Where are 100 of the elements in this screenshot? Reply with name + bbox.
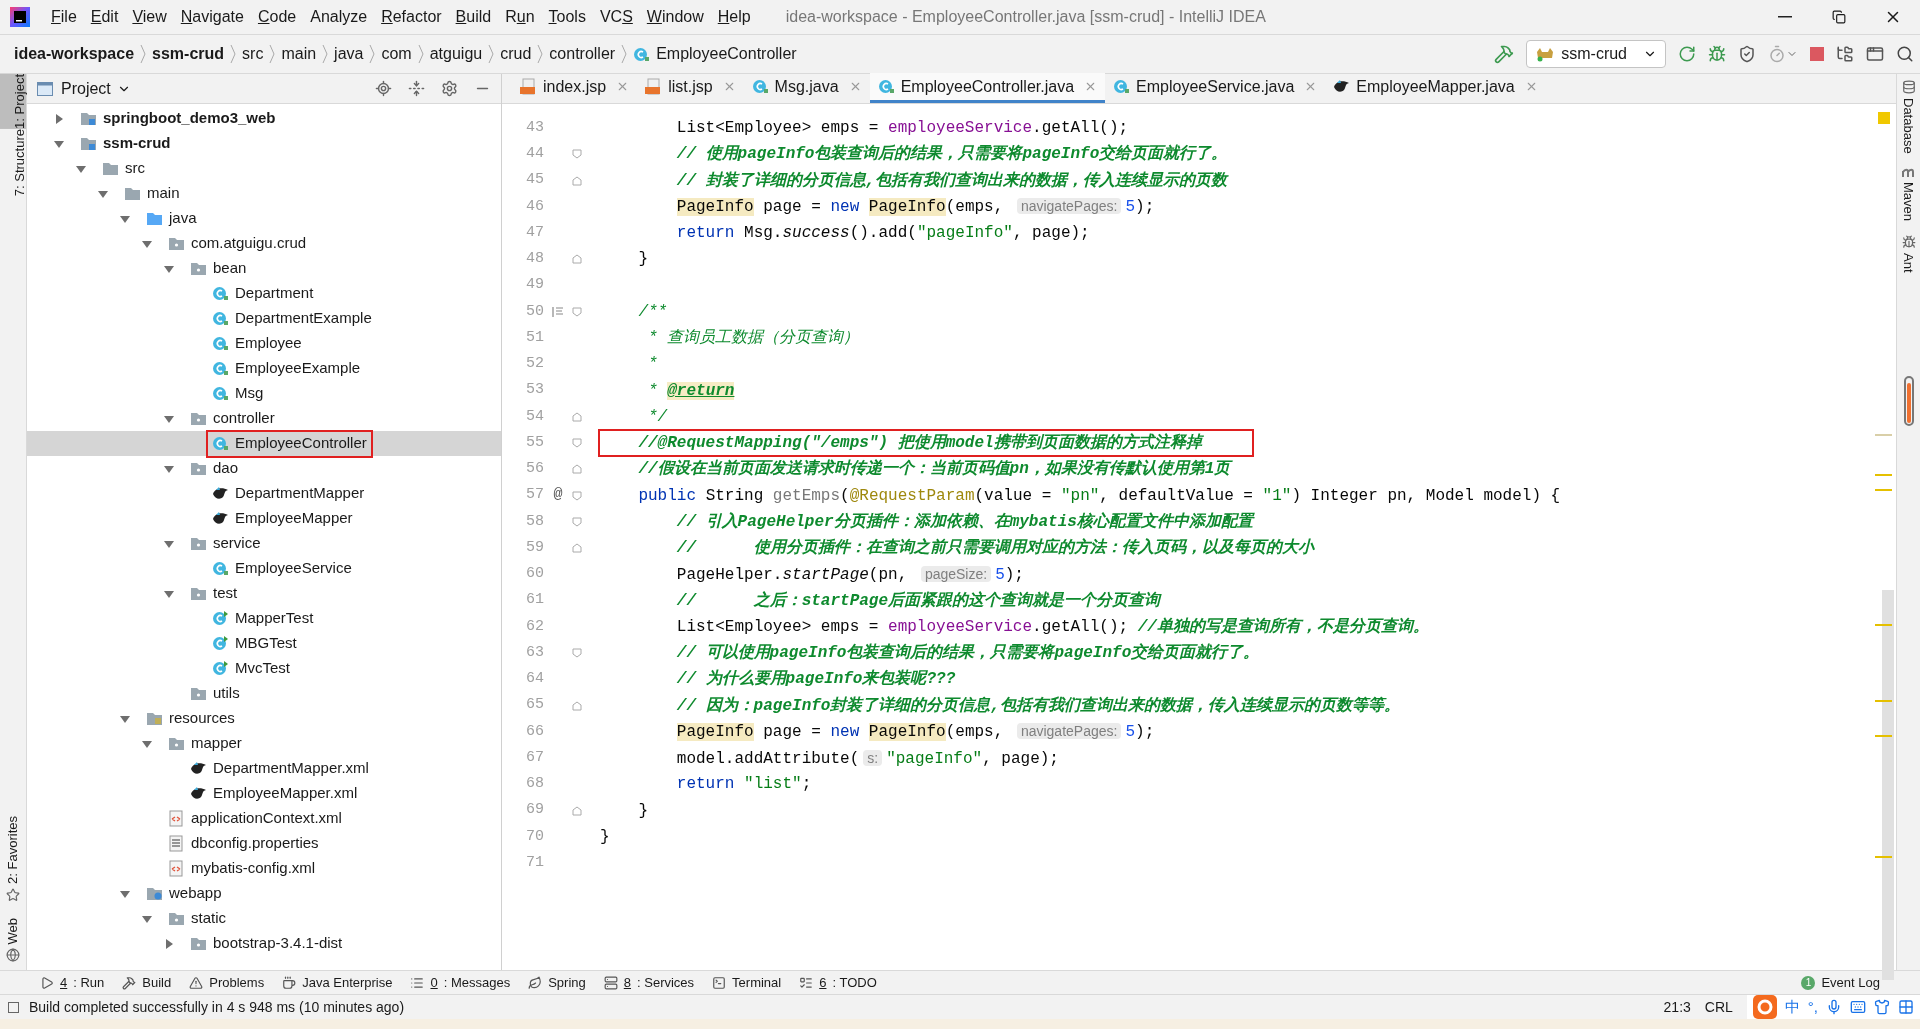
tree-row[interactable]: EmployeeController bbox=[27, 431, 501, 456]
ime-punctuation[interactable]: °, bbox=[1807, 995, 1818, 1019]
tool-window-button[interactable]: 0 : Messages bbox=[410, 972, 511, 993]
editor-tab[interactable]: index.jsp bbox=[512, 73, 638, 103]
menu-item[interactable]: Navigate bbox=[173, 3, 251, 31]
menu-item[interactable]: Analyze bbox=[303, 3, 375, 31]
tree-row[interactable]: DepartmentMapper bbox=[27, 481, 501, 506]
tree-row[interactable]: MapperTest bbox=[27, 606, 501, 631]
menu-item[interactable]: Help bbox=[710, 3, 758, 31]
breadcrumb-item[interactable]: crud bbox=[500, 42, 532, 66]
tool-window-button[interactable]: 8 : Services bbox=[603, 972, 695, 993]
fold-end-icon[interactable] bbox=[572, 175, 582, 186]
fold-icon[interactable] bbox=[572, 306, 582, 317]
expanded-arrow-icon[interactable] bbox=[120, 888, 130, 899]
tree-row[interactable]: service bbox=[27, 531, 501, 556]
breadcrumb-item[interactable]: controller bbox=[549, 42, 616, 66]
tree-row[interactable]: bootstrap-3.4.1-dist bbox=[27, 931, 501, 956]
breadcrumb-item[interactable]: idea-workspace bbox=[14, 42, 135, 66]
fold-end-icon[interactable] bbox=[572, 464, 582, 475]
collapse-all-icon[interactable] bbox=[408, 80, 425, 97]
tree-row[interactable]: DepartmentExample bbox=[27, 306, 501, 331]
tree-row[interactable]: ssm-crud bbox=[27, 131, 501, 156]
editor-tab[interactable]: EmployeeMapper.java bbox=[1325, 73, 1546, 103]
tree-row[interactable]: src bbox=[27, 156, 501, 181]
keyboard-icon[interactable] bbox=[1850, 999, 1866, 1015]
tree-row[interactable]: EmployeeService bbox=[27, 556, 501, 581]
line-separator[interactable]: CRL bbox=[1704, 996, 1733, 1018]
caret-position[interactable]: 21:3 bbox=[1663, 996, 1691, 1018]
tree-row[interactable]: test bbox=[27, 581, 501, 606]
shirt-icon[interactable] bbox=[1874, 999, 1890, 1015]
tree-row[interactable]: dao bbox=[27, 456, 501, 481]
profiler-clock-icon[interactable] bbox=[1768, 45, 1786, 63]
fold-end-icon[interactable] bbox=[572, 805, 582, 816]
tree-row[interactable]: main bbox=[27, 181, 501, 206]
menu-item[interactable]: File bbox=[44, 3, 84, 31]
expanded-arrow-icon[interactable] bbox=[142, 238, 152, 249]
fold-end-icon[interactable] bbox=[572, 700, 582, 711]
fold-end-icon[interactable] bbox=[572, 254, 582, 265]
tool-window-tab[interactable]: Web bbox=[3, 917, 23, 944]
breadcrumb-item[interactable]: atguigu bbox=[429, 42, 483, 66]
tree-row[interactable]: controller bbox=[27, 406, 501, 431]
menu-item[interactable]: Edit bbox=[83, 3, 126, 31]
tree-row[interactable]: Department bbox=[27, 281, 501, 306]
fold-icon[interactable] bbox=[572, 438, 582, 449]
bug-icon[interactable] bbox=[1708, 45, 1726, 63]
tree-row[interactable]: resources bbox=[27, 706, 501, 731]
tool-window-button[interactable]: Build bbox=[122, 972, 172, 993]
menu-item[interactable]: Tools bbox=[541, 3, 593, 31]
fold-icon[interactable] bbox=[572, 490, 582, 501]
breadcrumb-item[interactable]: java bbox=[334, 42, 364, 66]
tree-row[interactable]: bean bbox=[27, 256, 501, 281]
breadcrumb-item[interactable]: ssm-crud bbox=[152, 42, 225, 66]
grid-icon[interactable] bbox=[1898, 999, 1914, 1015]
tree-row[interactable]: springboot_demo3_web bbox=[27, 106, 501, 131]
tree-row[interactable]: mapper bbox=[27, 731, 501, 756]
breadcrumb-item[interactable]: src bbox=[242, 42, 264, 66]
expanded-arrow-icon[interactable] bbox=[164, 588, 174, 599]
tool-window-button[interactable]: Problems bbox=[189, 972, 265, 993]
event-log-button[interactable]: Event Log bbox=[1821, 972, 1880, 993]
fold-icon[interactable] bbox=[572, 648, 582, 659]
rerun-icon[interactable] bbox=[1678, 45, 1696, 63]
project-structure-icon[interactable] bbox=[1836, 45, 1854, 63]
tool-window-tab[interactable]: 1: Project bbox=[0, 74, 26, 129]
menu-item[interactable]: VCS bbox=[592, 3, 640, 31]
menu-item[interactable]: Build bbox=[448, 3, 499, 31]
menu-item[interactable]: Refactor bbox=[374, 3, 449, 31]
build-hammer-icon[interactable] bbox=[1494, 44, 1515, 64]
expanded-arrow-icon[interactable] bbox=[120, 713, 130, 724]
menu-item[interactable]: View bbox=[125, 3, 174, 31]
microphone-icon[interactable] bbox=[1826, 999, 1842, 1015]
ime-logo-icon[interactable] bbox=[1752, 995, 1777, 1019]
tree-row[interactable]: Msg bbox=[27, 381, 501, 406]
run-window-icon[interactable] bbox=[1866, 45, 1884, 63]
tree-row[interactable]: applicationContext.xml bbox=[27, 806, 501, 831]
tool-window-tab[interactable]: 7: Structure bbox=[0, 128, 26, 197]
tree-row[interactable]: MvcTest bbox=[27, 656, 501, 681]
tool-window-tab[interactable]: Maven bbox=[1898, 181, 1919, 221]
breadcrumb-item[interactable]: com bbox=[381, 42, 412, 66]
editor-tab[interactable]: list.jsp bbox=[637, 73, 744, 103]
locate-icon[interactable] bbox=[375, 80, 392, 97]
expanded-arrow-icon[interactable] bbox=[54, 138, 64, 149]
expanded-arrow-icon[interactable] bbox=[76, 163, 86, 174]
project-view-dropdown[interactable]: Project bbox=[61, 76, 131, 101]
tree-row[interactable]: com.atguigu.crud bbox=[27, 231, 501, 256]
expanded-arrow-icon[interactable] bbox=[164, 413, 174, 424]
tree-row[interactable]: EmployeeExample bbox=[27, 356, 501, 381]
tool-window-button[interactable]: 4 : Run bbox=[40, 972, 105, 993]
tool-window-button[interactable]: 6 : TODO bbox=[799, 972, 877, 993]
tool-window-button[interactable]: Spring bbox=[528, 972, 586, 993]
tree-row[interactable]: mybatis-config.xml bbox=[27, 856, 501, 881]
collapsed-arrow-icon[interactable] bbox=[164, 938, 174, 949]
tool-window-tab[interactable]: Database bbox=[1898, 98, 1919, 154]
tree-row[interactable]: utils bbox=[27, 681, 501, 706]
expanded-arrow-icon[interactable] bbox=[98, 188, 108, 199]
expanded-arrow-icon[interactable] bbox=[142, 913, 152, 924]
tree-row[interactable]: EmployeeMapper.xml bbox=[27, 781, 501, 806]
menu-item[interactable]: Run bbox=[498, 3, 542, 31]
gutter-marker[interactable]: @ bbox=[553, 484, 563, 507]
tool-window-button[interactable]: Java Enterprise bbox=[282, 972, 393, 993]
fold-icon[interactable] bbox=[572, 516, 582, 527]
